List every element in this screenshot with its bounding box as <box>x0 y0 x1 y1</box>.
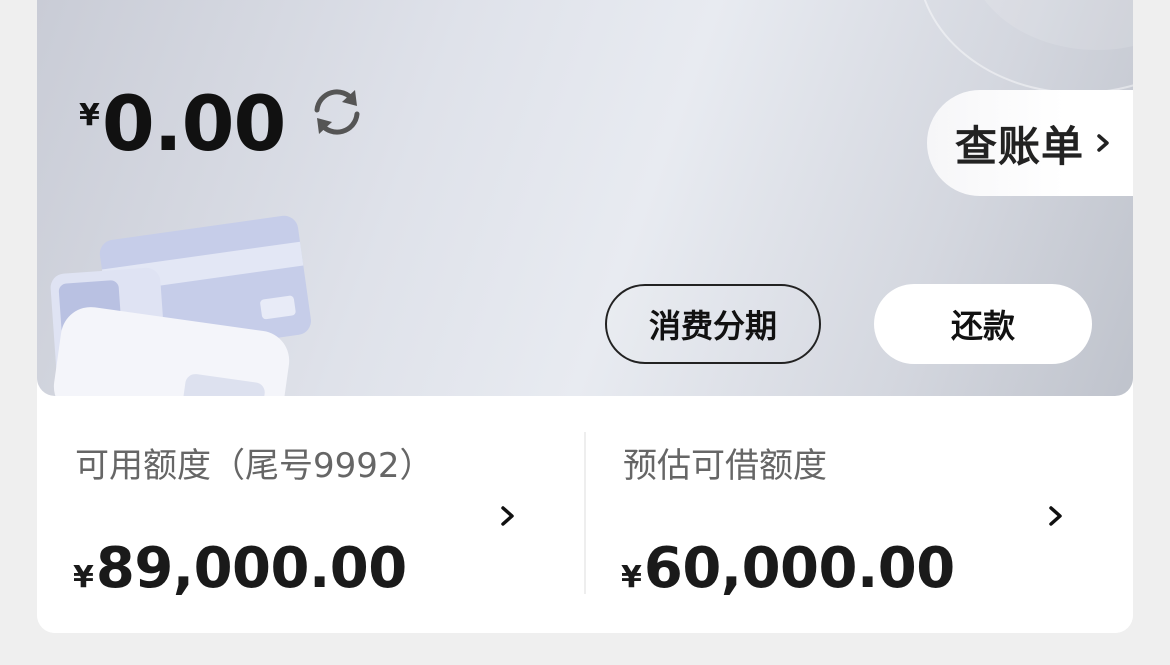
view-bill-button[interactable]: 查账单 <box>927 90 1133 196</box>
installment-button[interactable]: 消费分期 <box>605 284 821 364</box>
decorative-ring <box>917 0 1133 94</box>
credit-card-panel: ¥ 0.00 查账单 消费分期 还款 可用额度（尾号9992） ¥ 89,000… <box>37 0 1133 633</box>
chevron-right-icon <box>501 506 514 526</box>
refresh-icon[interactable] <box>309 84 365 140</box>
credit-cards-illustration <box>50 215 311 396</box>
available-credit-amount: 89,000.00 <box>95 536 407 601</box>
balance-currency: ¥ <box>79 98 100 133</box>
estimated-loan-title: 预估可借额度 <box>623 446 827 486</box>
estimated-loan-value: ¥ 60,000.00 <box>621 536 955 601</box>
available-credit-title: 可用额度（尾号9992） <box>75 446 434 486</box>
repay-button[interactable]: 还款 <box>874 284 1092 364</box>
chevron-right-icon <box>1097 134 1109 152</box>
estimated-loan-item[interactable]: 预估可借额度 ¥ 60,000.00 <box>585 396 1133 633</box>
available-credit-value: ¥ 89,000.00 <box>73 536 407 601</box>
balance-row: ¥ 0.00 <box>79 78 365 162</box>
balance-hero: ¥ 0.00 查账单 消费分期 还款 <box>37 0 1133 396</box>
balance-amount: 0.00 <box>101 79 287 168</box>
available-credit-currency: ¥ <box>73 560 94 595</box>
view-bill-label: 查账单 <box>955 121 1085 171</box>
credit-summary: 可用额度（尾号9992） ¥ 89,000.00 预估可借额度 ¥ 60,000… <box>37 396 1133 633</box>
available-credit-item[interactable]: 可用额度（尾号9992） ¥ 89,000.00 <box>37 396 585 633</box>
estimated-loan-amount: 60,000.00 <box>643 536 955 601</box>
estimated-loan-currency: ¥ <box>621 560 642 595</box>
chevron-right-icon <box>1049 506 1062 526</box>
